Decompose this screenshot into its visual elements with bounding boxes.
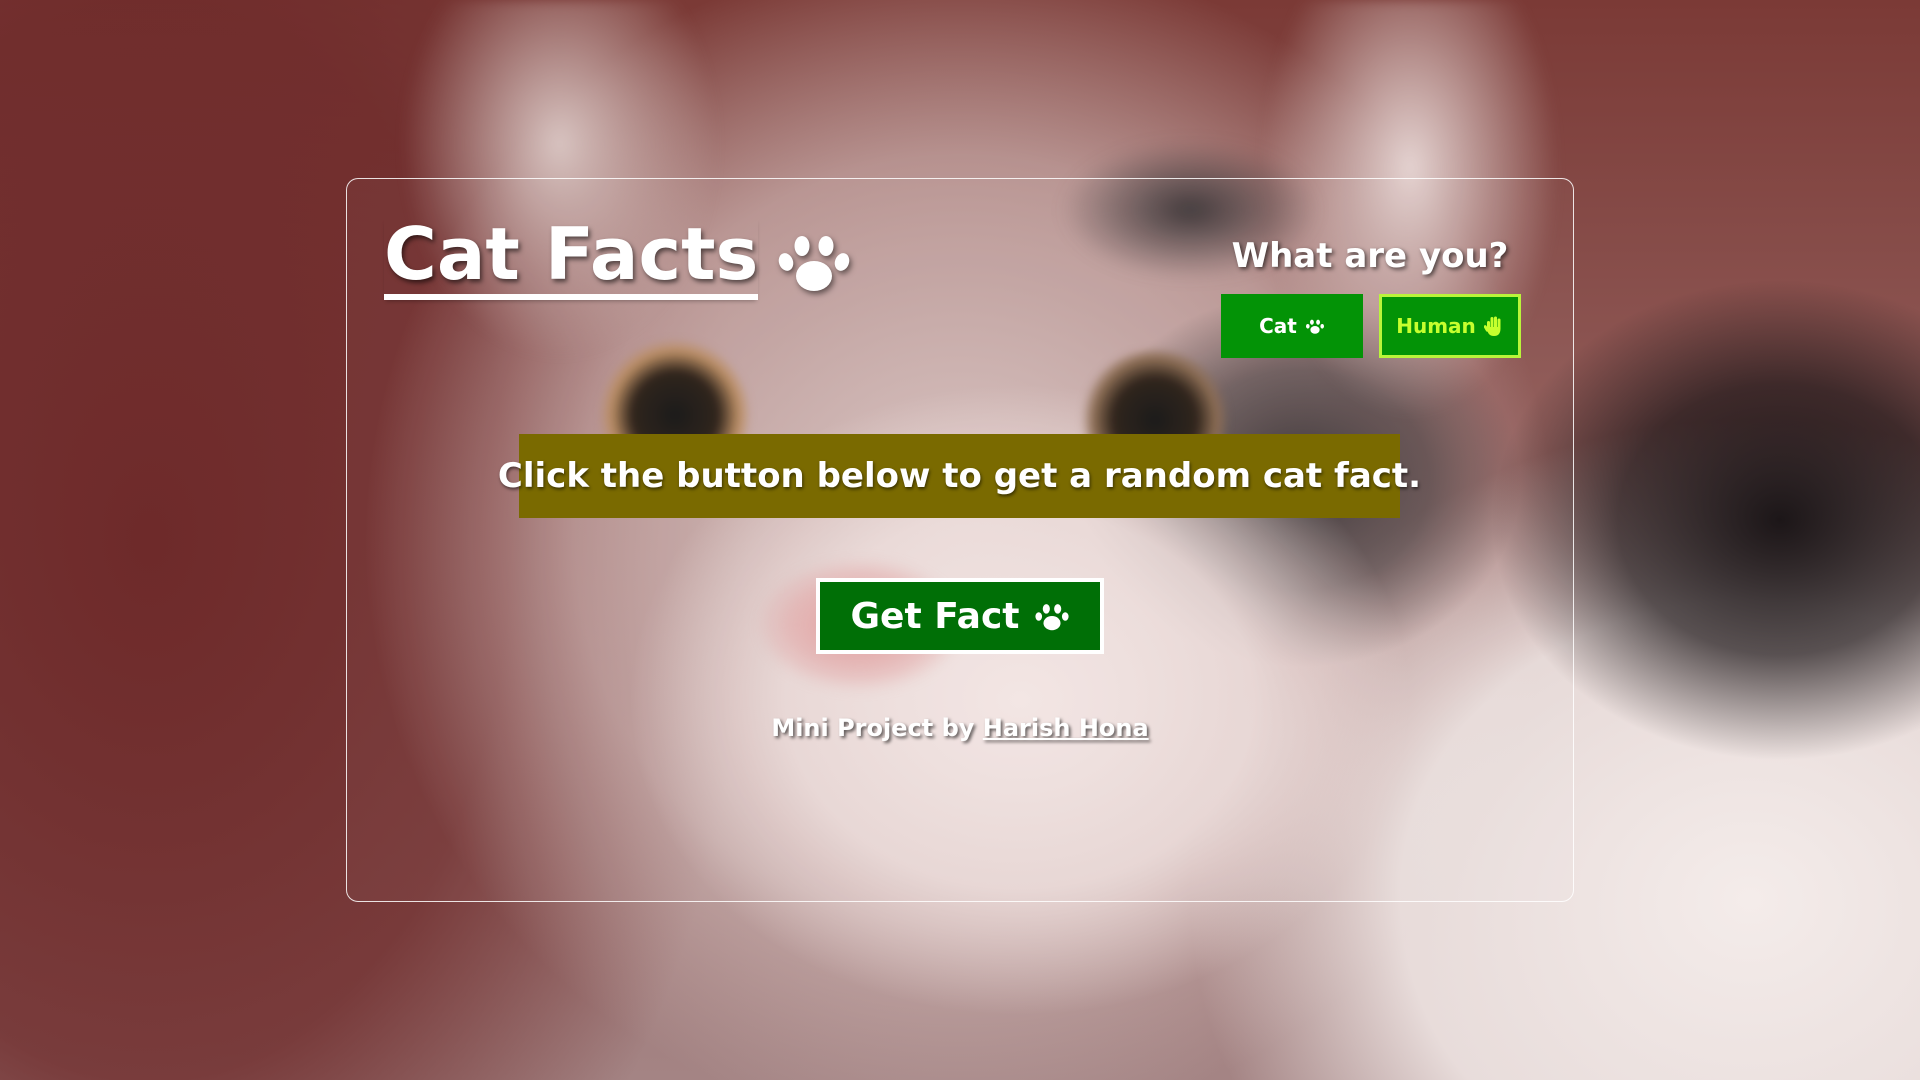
paw-icon (1034, 599, 1070, 633)
user-type-question: What are you? (1231, 236, 1509, 276)
cat-button-label: Cat (1259, 314, 1297, 338)
page-title: Cat Facts (384, 218, 852, 300)
page-title-text: Cat Facts (384, 218, 759, 300)
footer-credit-prefix: Mini Project by (771, 714, 975, 742)
footer-credit: Mini Project by Harish Hona (700, 714, 1220, 742)
hand-icon (1483, 315, 1504, 337)
get-fact-button[interactable]: Get Fact (816, 578, 1104, 654)
paw-icon (776, 226, 852, 296)
get-fact-button-label: Get Fact (850, 595, 1020, 637)
cat-button[interactable]: Cat (1221, 294, 1363, 358)
fact-display: Click the button below to get a random c… (498, 434, 1421, 518)
paw-icon (1305, 317, 1325, 335)
human-button-label: Human (1396, 314, 1476, 338)
human-button[interactable]: Human (1379, 294, 1521, 358)
author-link[interactable]: Harish Hona (983, 714, 1149, 742)
